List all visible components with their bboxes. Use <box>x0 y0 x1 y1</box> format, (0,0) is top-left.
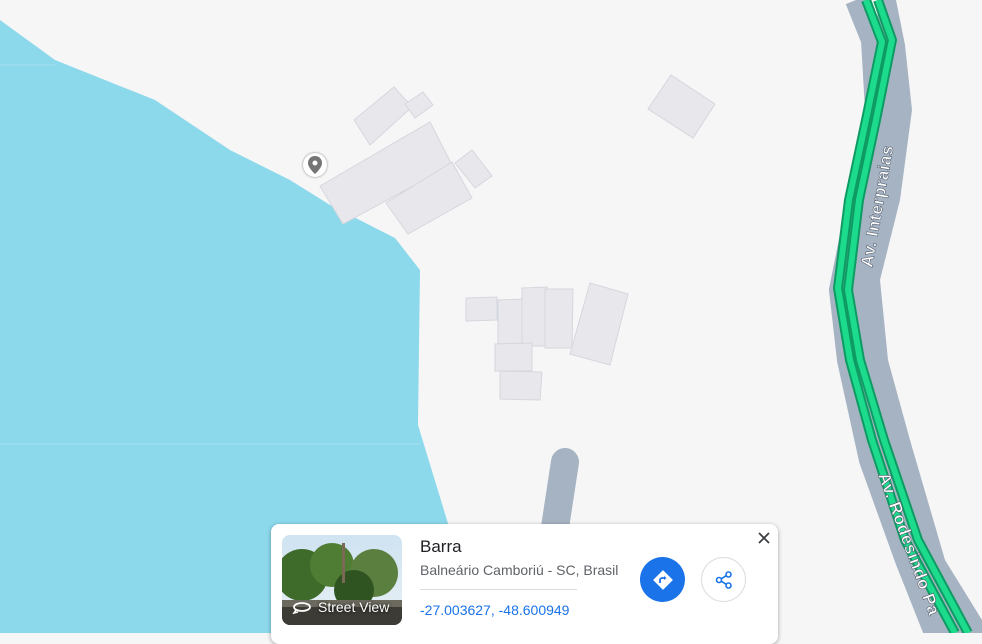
building <box>404 91 434 119</box>
close-icon <box>758 532 770 544</box>
place-title: Barra <box>420 537 462 556</box>
map-pin-glyph <box>308 156 322 174</box>
coordinates-link[interactable]: -27.003627, -48.600949 <box>420 602 569 618</box>
share-icon <box>715 570 732 589</box>
card-divider <box>420 589 577 590</box>
street-view-text: Street View <box>318 599 390 615</box>
building <box>465 296 498 322</box>
street-view-360-icon <box>292 602 311 614</box>
directions-button[interactable] <box>640 557 685 602</box>
street-view-thumbnail[interactable]: Street View <box>282 535 402 625</box>
share-button[interactable] <box>701 557 746 602</box>
building <box>647 74 716 139</box>
place-info-card: Street View Barra Balneário Camboriú - S… <box>271 524 778 644</box>
building <box>353 86 413 146</box>
street-view-label: Street View <box>292 599 389 615</box>
close-button[interactable] <box>755 529 773 547</box>
building <box>497 298 525 345</box>
place-subtitle: Balneário Camboriú - SC, Brasil <box>420 562 619 578</box>
building <box>569 282 629 366</box>
place-pin-icon[interactable] <box>303 153 327 177</box>
building <box>521 286 548 347</box>
building <box>499 370 543 401</box>
building <box>494 342 533 372</box>
directions-icon <box>652 569 673 590</box>
building <box>544 288 574 349</box>
